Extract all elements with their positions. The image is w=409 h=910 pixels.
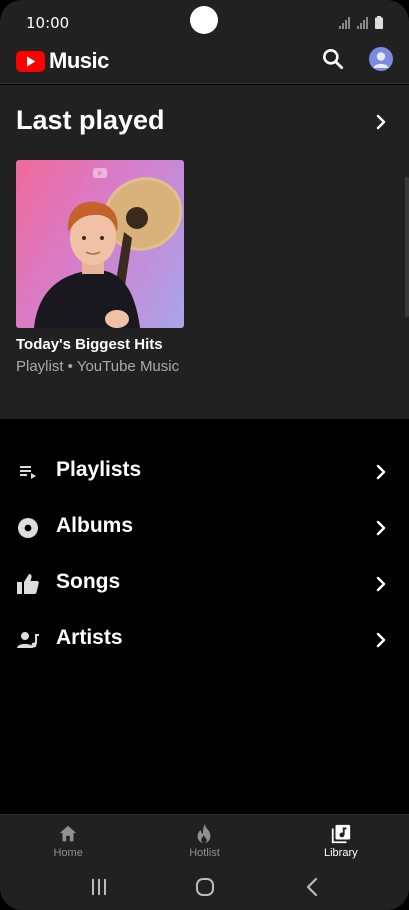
library-item-label: Playlists xyxy=(56,458,142,481)
playlist-artwork xyxy=(16,160,184,328)
system-navigation-bar xyxy=(0,864,409,910)
signal-icon xyxy=(339,17,350,29)
scroll-indicator xyxy=(405,177,409,317)
signal-icon-2 xyxy=(357,17,368,29)
status-bar: 10:00 xyxy=(0,0,409,44)
playlist-icon xyxy=(20,466,36,479)
search-icon[interactable] xyxy=(320,46,346,72)
thumbs-up-icon xyxy=(17,574,39,594)
library-item-artists[interactable]: Artists xyxy=(0,612,409,668)
nav-home[interactable]: Home xyxy=(0,815,136,864)
youtube-music-logo[interactable]: Music xyxy=(16,48,109,74)
artist-icon xyxy=(17,632,39,648)
library-item-albums[interactable]: Albums xyxy=(0,500,409,556)
battery-icon xyxy=(375,16,383,29)
flame-icon xyxy=(198,823,211,844)
nav-label: Library xyxy=(324,847,358,859)
youtube-play-icon xyxy=(16,50,45,72)
library-item-label: Artists xyxy=(56,626,123,649)
front-camera xyxy=(190,6,218,34)
library-music-icon xyxy=(331,824,350,844)
library-item-label: Albums xyxy=(56,514,134,537)
back-icon[interactable] xyxy=(302,876,324,898)
artist-photo-illustration xyxy=(34,168,183,328)
library-item-songs[interactable]: Songs xyxy=(0,556,409,612)
bottom-navigation: Home Hotlist Library xyxy=(0,814,409,864)
library-list: Playlists Albums Songs Artists xyxy=(0,444,409,668)
status-time: 10:00 xyxy=(26,14,70,32)
chevron-right-icon[interactable] xyxy=(372,113,390,131)
home-button-icon[interactable] xyxy=(194,876,216,898)
top-app-bar: Music xyxy=(0,44,409,84)
phone-screen: 10:00 Music Last played Today's Biggest … xyxy=(0,0,409,910)
album-icon xyxy=(18,518,38,538)
nav-label: Hotlist xyxy=(189,847,220,859)
nav-library[interactable]: Library xyxy=(273,815,409,864)
home-icon xyxy=(59,825,77,842)
playlist-card[interactable]: Today's Biggest Hits Playlist • YouTube … xyxy=(16,160,184,375)
card-subtitle: Playlist • YouTube Music xyxy=(16,358,180,375)
card-title: Today's Biggest Hits xyxy=(16,336,163,353)
chevron-right-icon xyxy=(376,632,386,648)
nav-label: Home xyxy=(53,847,83,859)
last-played-section: Last played Today's Biggest Hits Playlis… xyxy=(0,85,409,419)
logo-text: Music xyxy=(49,48,109,73)
chevron-right-icon xyxy=(376,520,386,536)
recent-apps-icon[interactable] xyxy=(88,876,110,898)
account-avatar[interactable] xyxy=(369,47,393,71)
library-item-playlists[interactable]: Playlists xyxy=(0,444,409,500)
library-item-label: Songs xyxy=(56,570,121,593)
chevron-right-icon xyxy=(376,576,386,592)
nav-hotlist[interactable]: Hotlist xyxy=(136,815,272,864)
section-title: Last played xyxy=(16,105,165,135)
chevron-right-icon xyxy=(376,464,386,480)
person-icon xyxy=(373,52,389,68)
status-icons xyxy=(339,16,383,29)
